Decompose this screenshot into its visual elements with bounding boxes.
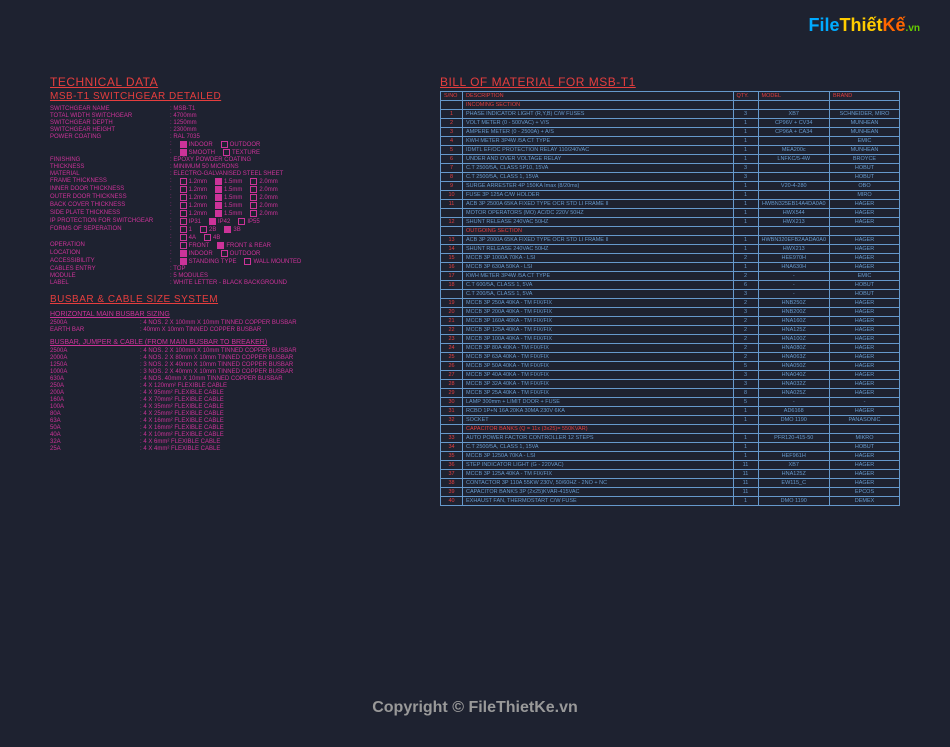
bom-heading: BILL OF MATERIAL FOR MSB-T1 (440, 75, 900, 89)
bom-row: 6UNDER AND OVER VOLTAGE RELAY1LNFKC/5-4W… (441, 155, 900, 164)
bom-row: 29MCCB 3P 25A 40KA - TM FIX/FIX8HNA025ZH… (441, 389, 900, 398)
bom-panel: BILL OF MATERIAL FOR MSB-T1 S/NODESCRIPT… (440, 75, 900, 687)
busbar-row: 50A: 4 X 16mm² FLEXIBLE CABLE (50, 425, 420, 431)
bom-row: 31RCBO 1P+N 16A 20KA 30MA 230V 6KA1AD616… (441, 407, 900, 416)
spec-row: INNER DOOR THICKNESS: 1.2mm 1.5mm 2.0mm (50, 186, 420, 193)
bom-row: 15MCCB 3P 1000A 70KA - LSI2HEE970HHAGER (441, 254, 900, 263)
spec-row: OUTER DOOR THICKNESS: 1.2mm 1.5mm 2.0mm (50, 194, 420, 201)
bom-row: 33AUTO POWER FACTOR CONTROLLER 12 STEPS1… (441, 434, 900, 443)
busbar-row: 2500A: 4 NOS. 2 X 100mm X 10mm TINNED CO… (50, 348, 420, 354)
busbar-row: 630A: 4 NOS. 40mm X 10mm TINNED COPPER B… (50, 376, 420, 382)
bom-row: 32SOCKET1DMO 1190PANASONIC (441, 416, 900, 425)
switchgear-detailed-heading: MSB-T1 SWITCHGEAR DETAILED (50, 91, 420, 102)
bom-header: DESCRIPTION (463, 92, 734, 101)
bom-row: 37MCCB 3P 125A 40KA - TM FIX/FIX11HNA125… (441, 470, 900, 479)
bom-row: 5IDMTL EF/OC PROTECTION RELAY 110/240VAC… (441, 146, 900, 155)
bom-row: MOTOR OPERATORS (MO) AC/DC 220V 50HZ1HWX… (441, 209, 900, 218)
bom-row: 20MCCB 3P 200A 40KA - TM FIX/FIX3HNB200Z… (441, 308, 900, 317)
spec-row: FRAME THICKNESS: 1.2mm 1.5mm 2.0mm (50, 178, 420, 185)
busbar-row: 250A: 4 X 120mm² FLEXIBLE CABLE (50, 383, 420, 389)
bom-row: 25MCCB 3P 63A 40KA - TM FIX/FIX2HNA063ZH… (441, 353, 900, 362)
bom-row: 11ACB 3P 2500A 65KA FIXED TYPE OCR STD L… (441, 200, 900, 209)
bom-row: 14SHUNT RELEASE 240VAC 50HZ1HWX213HAGER (441, 245, 900, 254)
busbar-row: 2000A: 4 NOS. 2 X 80mm X 10mm TINNED COP… (50, 355, 420, 361)
bom-row: 34C.T 2500/5A, CLASS 1, 15VA1HOBUT (441, 443, 900, 452)
bom-row: 13ACB 3P 2000A 65KA FIXED TYPE OCR STD L… (441, 236, 900, 245)
bom-row: 16MCCB 3P 630A 50KA - LSI1HNA630HHAGER (441, 263, 900, 272)
bom-row: 24MCCB 3P 80A 40KA - TM FIX/FIX2HNA080ZH… (441, 344, 900, 353)
bom-row: 40EXHAUST FAN, THERMOSTART C/W FUSE1DMO … (441, 497, 900, 506)
bom-row: 21MCCB 3P 160A 40KA - TM FIX/FIX2HNA160Z… (441, 317, 900, 326)
busbar-heading: BUSBAR & CABLE SIZE SYSTEM (50, 294, 420, 305)
bom-row: 10FUSE 3P 125A C/W HOLDER1MIRO (441, 191, 900, 200)
spec-row: SWITCHGEAR NAME: MSB-T1 (50, 106, 420, 112)
bom-row: 9SURGE ARRESTER 4P 150KA Imax (8/20ms)1V… (441, 182, 900, 191)
bom-row: 18C.T 600/5A, CLASS 1, 5VA6-HOBUT (441, 281, 900, 290)
bom-row: 2VOLT METER (0 - 500VAC) + V/S1CP96V + C… (441, 119, 900, 128)
spec-row: SWITCHGEAR DEPTH: 1250mm (50, 120, 420, 126)
bom-row: 36STEP INDICATOR LIGHT (G - 220VAC)11XB7… (441, 461, 900, 470)
busbar-row: EARTH BAR: 40mm X 10mm TINNED COPPER BUS… (50, 327, 420, 333)
busbar-row: 100A: 4 X 35mm² FLEXIBLE CABLE (50, 404, 420, 410)
busbar-row: 1000A: 3 NOS. 2 X 40mm X 10mm TINNED COP… (50, 369, 420, 375)
bom-row: 12SHUNT RELEASE 240VAC 50HZ1HWX213HAGER (441, 218, 900, 227)
bom-row: 23MCCB 3P 100A 40KA - TM FIX/FIX2HNA100Z… (441, 335, 900, 344)
bom-row: 35MCCB 3P 1250A 70KA - LSI1HEF961HHAGER (441, 452, 900, 461)
bom-row: 4KWH METER 3P4W /5A CT TYPE1EMIC (441, 137, 900, 146)
bom-table: S/NODESCRIPTIONQTY.MODELBRAND INCOMING S… (440, 91, 900, 506)
spec-row: SWITCHGEAR HEIGHT: 2300mm (50, 127, 420, 133)
busbar-row: 63A: 4 X 16mm² FLEXIBLE CABLE (50, 418, 420, 424)
busbar-row: 2500A: 4 NOS. 2 X 100mm X 10mm TINNED CO… (50, 320, 420, 326)
bom-row: 19MCCB 3P 250A 40KA - TM FIX/FIX2HNB250Z… (441, 299, 900, 308)
bom-row: C.T 200/5A, CLASS 1, 5VA3-HOBUT (441, 290, 900, 299)
bom-row: 1PHASE INDICATOR LIGHT (R,Y,B) C/W FUSES… (441, 110, 900, 119)
bom-section-row: OUTGOING SECTION (441, 227, 900, 236)
bom-header: MODEL (758, 92, 830, 101)
bom-row: 28MCCB 3P 32A 40KA - TM FIX/FIX3HNA032ZH… (441, 380, 900, 389)
technical-data-heading: TECHNICAL DATA (50, 75, 420, 89)
spec-row: POWER COATING: RAL 7035 (50, 134, 420, 140)
busbar-row: 160A: 4 X 70mm² FLEXIBLE CABLE (50, 397, 420, 403)
spec-row: SIDE PLATE THICKNESS: 1.2mm 1.5mm 2.0mm (50, 210, 420, 217)
bom-header: BRAND (830, 92, 900, 101)
busbar-row: 32A: 4 X 6mm² FLEXIBLE CABLE (50, 439, 420, 445)
bom-row: 27MCCB 3P 40A 40KA - TM FIX/FIX3HNA040ZH… (441, 371, 900, 380)
watermark-logo: FileThiếtKế.vn (809, 15, 920, 36)
bom-row: 8C.T 2500/5A, CLASS 1, 15VA3HOBUT (441, 173, 900, 182)
spec-row: BACK COVER THICKNESS: 1.2mm 1.5mm 2.0mm (50, 202, 420, 209)
busbar-row: 40A: 4 X 10mm² FLEXIBLE CABLE (50, 432, 420, 438)
technical-data-panel: TECHNICAL DATA MSB-T1 SWITCHGEAR DETAILE… (50, 75, 440, 687)
busbar-sub1: HORIZONTAL MAIN BUSBAR SIZING (50, 311, 420, 318)
bom-row: 39CAPACITOR BANKS 3P (2x25)KVAR-415VAC11… (441, 488, 900, 497)
drawing-canvas: TECHNICAL DATA MSB-T1 SWITCHGEAR DETAILE… (50, 75, 900, 687)
busbar-row: 25A: 4 X 4mm² FLEXIBLE CABLE (50, 446, 420, 452)
spec-row: TOTAL WIDTH SWITCHGEAR: 4700mm (50, 113, 420, 119)
busbar-row: 80A: 4 X 25mm² FLEXIBLE CABLE (50, 411, 420, 417)
bom-row: 38CONTACTOR 3P 110A 55KW 230V, 50/60HZ -… (441, 479, 900, 488)
bom-row: 30LAMP 300mm + LIMIT DOOR + FUSE5-- (441, 398, 900, 407)
bom-row: 7C.T 2500/5A, CLASS 5P10, 15VA3HOBUT (441, 164, 900, 173)
bom-row: 3AMPERE METER (0 - 2500A) + A/S1CP96A + … (441, 128, 900, 137)
bom-row: 22MCCB 3P 125A 40KA - TM FIX/FIX2HNA125Z… (441, 326, 900, 335)
bom-header: S/NO (441, 92, 463, 101)
busbar-row: 200A: 4 X 95mm² FLEXIBLE CABLE (50, 390, 420, 396)
bom-section-row: INCOMING SECTION (441, 101, 900, 110)
busbar-row: 1250A: 3 NOS. 2 X 40mm X 10mm TINNED COP… (50, 362, 420, 368)
bom-section-row: CAPACITOR BANKS (Q = 11x (3x25)= 550KVAR… (441, 425, 900, 434)
bom-row: 17KWH METER 3P4W /5A CT TYPE2-EMIC (441, 272, 900, 281)
bom-row: 26MCCB 3P 50A 40KA - TM FIX/FIX5HNA050ZH… (441, 362, 900, 371)
busbar-sub2: BUSBAR, JUMPER & CABLE (FROM MAIN BUSBAR… (50, 339, 420, 346)
bom-header: QTY. (733, 92, 758, 101)
copyright-text: Copyright © FileThietKe.vn (372, 699, 578, 717)
